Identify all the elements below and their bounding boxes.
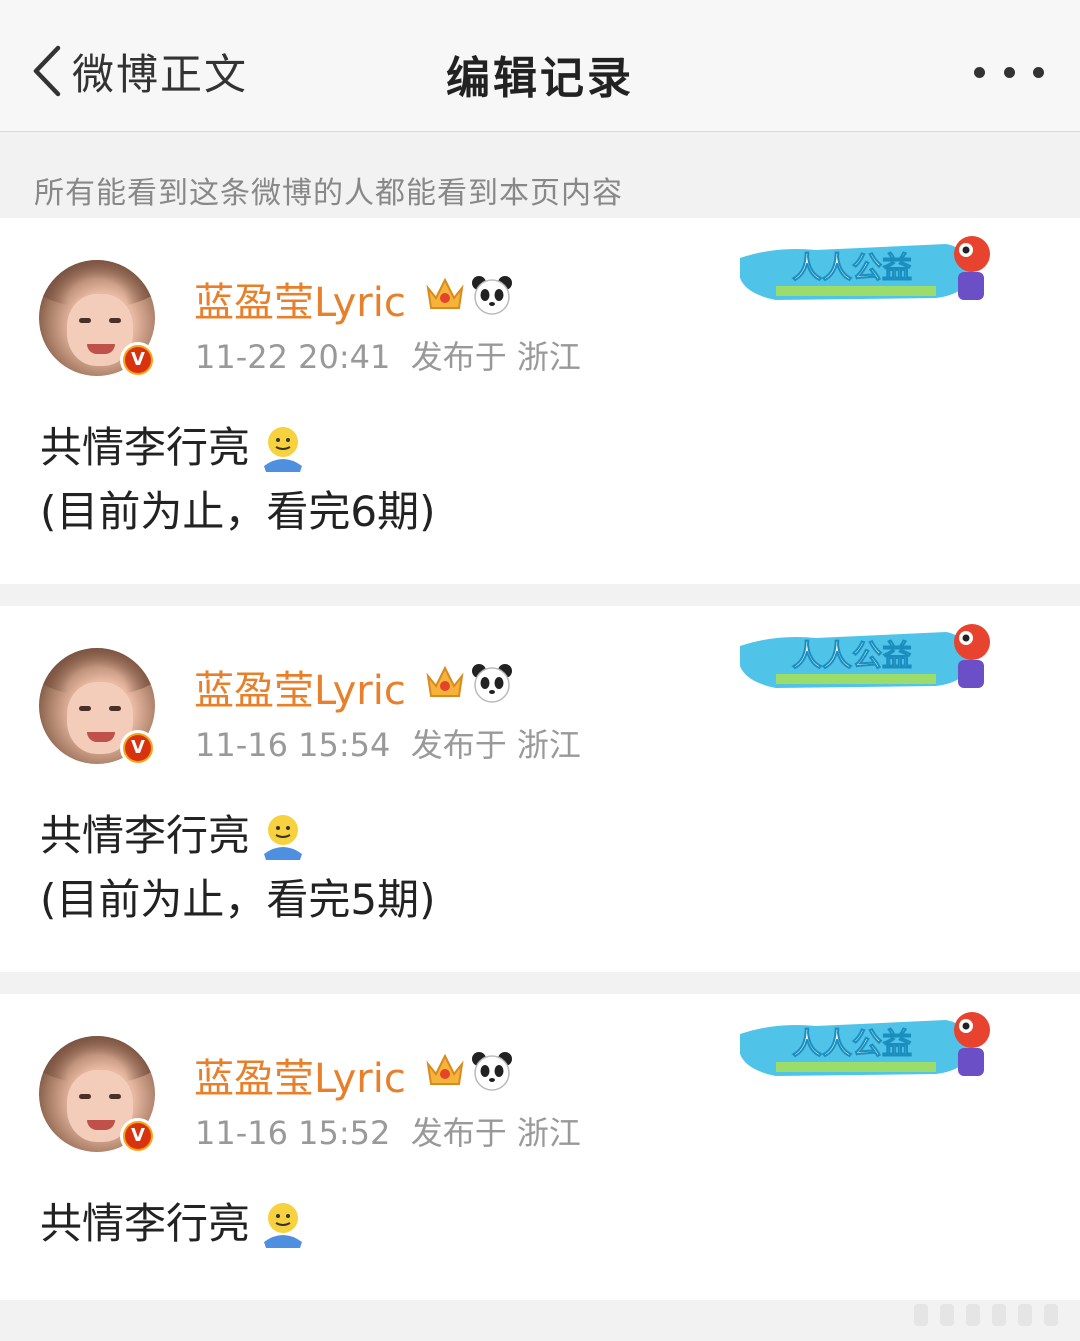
watermark <box>914 1300 1064 1332</box>
username[interactable]: 蓝盈莹Lyric <box>194 270 406 328</box>
page-title: 编辑记录 <box>446 53 634 104</box>
smiley-emoji-icon <box>264 1203 303 1248</box>
panda-icon <box>472 664 512 703</box>
crown-icon <box>426 277 464 309</box>
smiley-emoji-icon <box>264 815 303 860</box>
charity-badge-icon[interactable]: 人人公益 <box>736 1004 1000 1086</box>
post-meta: 11-16 15:52 发布于 浙江 <box>195 1114 581 1152</box>
post-meta: 11-22 20:41 发布于 浙江 <box>195 338 581 376</box>
verified-badge-icon: V <box>120 342 156 378</box>
more-dots-icon[interactable] <box>974 62 1044 82</box>
top-navigation-bar: 微博正文 编辑记录 <box>0 0 1080 132</box>
edit-record-card: V 蓝盈莹Lyric 11-16 15:52 发布于 浙江 人人公益 共情李行亮 <box>0 994 1080 1300</box>
charity-badge-icon[interactable]: 人人公益 <box>736 616 1000 698</box>
username[interactable]: 蓝盈莹Lyric <box>194 1046 406 1104</box>
svg-text:人人公益: 人人公益 <box>792 251 912 286</box>
panda-icon <box>472 1052 512 1091</box>
verified-badge-icon: V <box>120 1118 156 1154</box>
svg-text:人人公益: 人人公益 <box>792 639 912 674</box>
crown-icon <box>426 665 464 697</box>
visibility-notice: 所有能看到这条微博的人都能看到本页内容 <box>34 176 623 211</box>
edit-record-card: V 蓝盈莹Lyric 11-22 20:41 发布于 浙江 人人公益 共情李行亮… <box>0 218 1080 584</box>
username[interactable]: 蓝盈莹Lyric <box>194 658 406 716</box>
crown-icon <box>426 1053 464 1085</box>
post-meta: 11-16 15:54 发布于 浙江 <box>195 726 581 764</box>
smiley-emoji-icon <box>264 427 303 472</box>
post-content: 共情李行亮 (目前为止，看完6期) <box>40 423 436 536</box>
svg-text:人人公益: 人人公益 <box>792 1027 912 1062</box>
charity-badge-icon[interactable]: 人人公益 <box>736 228 1000 310</box>
verified-badge-icon: V <box>120 730 156 766</box>
post-content: 共情李行亮 (目前为止，看完5期) <box>40 811 436 924</box>
panda-icon <box>472 276 512 315</box>
edit-record-card: V 蓝盈莹Lyric 11-16 15:54 发布于 浙江 人人公益 共情李行亮… <box>0 606 1080 972</box>
post-content: 共情李行亮 <box>40 1192 312 1256</box>
